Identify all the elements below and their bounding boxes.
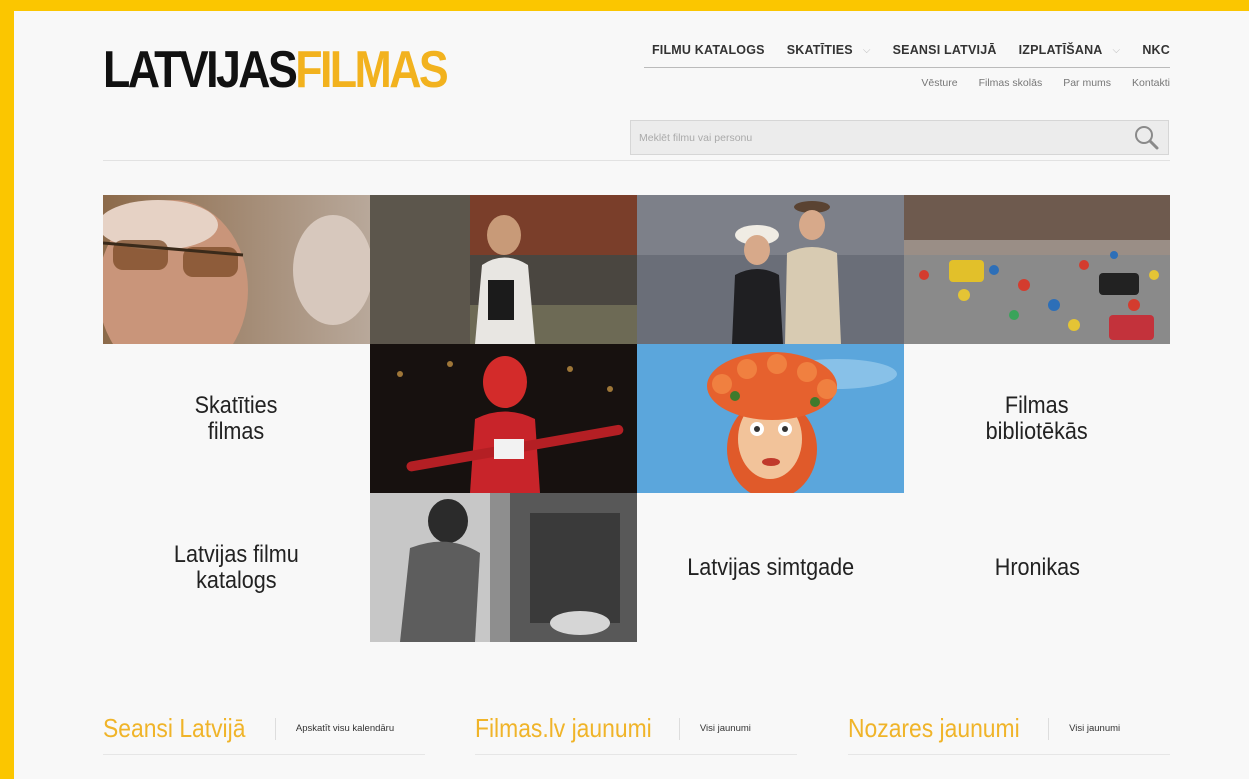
section-underline: [475, 754, 797, 755]
subnav-item-vesture[interactable]: Vēsture: [921, 77, 957, 89]
divider: [1048, 717, 1050, 740]
tile-label: Latvijas simtgade: [687, 553, 854, 581]
tile-label: Filmas bibliotēkās: [985, 392, 1089, 445]
section-title[interactable]: Filmas.lv jaunumi: [475, 713, 652, 744]
nav-item-filmu-katalogs[interactable]: FILMU KATALOGS: [652, 43, 765, 57]
chevron-down-icon: ⌵: [1112, 44, 1121, 56]
section-title[interactable]: Seansi Latvijā: [103, 713, 245, 744]
nav-label: SEANSI LATVIJĀ: [892, 43, 997, 57]
subnav-item-par-mums[interactable]: Par mums: [1063, 77, 1111, 89]
all-news-link[interactable]: Visi jaunumi: [700, 723, 751, 734]
tile-grid: Skatīties filmas Filmas bibliotēkās Latv…: [103, 195, 1170, 642]
divider: [678, 717, 680, 740]
search-placeholder: Meklēt filmu vai personu: [639, 131, 753, 144]
tile-label: Latvijas filmu katalogs: [174, 541, 299, 594]
tile-hronikas[interactable]: Hronikas: [904, 493, 1170, 642]
photo-tile-street-parade[interactable]: [904, 195, 1170, 344]
photo-tile-couple[interactable]: [637, 195, 904, 344]
section-seansi-latvija: Seansi Latvijā Apskatīt visu kalendāru: [103, 713, 394, 744]
nav-item-seansi-latvija[interactable]: SEANSI LATVIJĀ: [893, 43, 997, 57]
tile-label: Skatīties filmas: [195, 392, 278, 445]
nav-label: FILMU KATALOGS: [651, 43, 765, 57]
tile-latvijas-filmu-katalogs[interactable]: Latvijas filmu katalogs: [103, 493, 370, 642]
nav-item-izplatisana[interactable]: IZPLATĪŠANA ⌵: [1019, 43, 1121, 57]
nav-label: SKATĪTIES: [786, 43, 853, 57]
logo-part-filmas: FILMAS: [295, 41, 449, 99]
main-nav: FILMU KATALOGS SKATĪTIES ⌵ SEANSI LATVIJĀ…: [652, 43, 1170, 57]
search-input[interactable]: Meklēt filmu vai personu: [630, 120, 1169, 155]
logo-part-latvijas: LATVIJAS: [103, 41, 298, 99]
page: LATVIJASFILMAS FILMU KATALOGS SKATĪTIES ⌵…: [14, 11, 1249, 779]
all-news-link[interactable]: Visi jaunumi: [1069, 723, 1120, 734]
divider: [274, 717, 276, 740]
tile-latvijas-simtgade[interactable]: Latvijas simtgade: [637, 493, 904, 642]
nav-item-skatities[interactable]: SKATĪTIES ⌵: [787, 43, 871, 57]
section-nozares-jaunumi: Nozares jaunumi Visi jaunumi: [848, 713, 1120, 744]
sub-nav: Vēsture Filmas skolās Par mums Kontakti: [921, 77, 1170, 89]
tile-filmas-bibliotekas[interactable]: Filmas bibliotēkās: [904, 344, 1170, 493]
header-divider: [103, 160, 1170, 161]
tile-label: Hronikas: [994, 553, 1080, 581]
photo-tile-red-hood[interactable]: [370, 344, 637, 493]
nav-label: NKC: [1142, 43, 1170, 57]
section-title[interactable]: Nozares jaunumi: [848, 713, 1020, 744]
nav-item-nkc[interactable]: NKC: [1142, 43, 1170, 57]
nav-divider: [644, 67, 1170, 68]
nav-label: IZPLATĪŠANA: [1018, 43, 1103, 57]
photo-tile-flower-hat[interactable]: [637, 344, 904, 493]
photo-tile-bw-woman[interactable]: [370, 493, 637, 642]
subnav-item-filmas-skolas[interactable]: Filmas skolās: [979, 77, 1043, 89]
tile-skatities-filmas[interactable]: Skatīties filmas: [103, 344, 370, 493]
chevron-down-icon: ⌵: [862, 44, 871, 56]
subnav-item-kontakti[interactable]: Kontakti: [1132, 77, 1170, 89]
section-filmas-lv-jaunumi: Filmas.lv jaunumi Visi jaunumi: [475, 713, 751, 744]
see-all-calendar-link[interactable]: Apskatīt visu kalendāru: [296, 723, 394, 734]
photo-tile-elderly-man[interactable]: [103, 195, 370, 344]
section-underline: [103, 754, 425, 755]
site-logo[interactable]: LATVIJASFILMAS: [103, 41, 449, 99]
photo-tile-photographer[interactable]: [370, 195, 637, 344]
section-underline: [848, 754, 1170, 755]
search-icon[interactable]: [1132, 124, 1160, 152]
